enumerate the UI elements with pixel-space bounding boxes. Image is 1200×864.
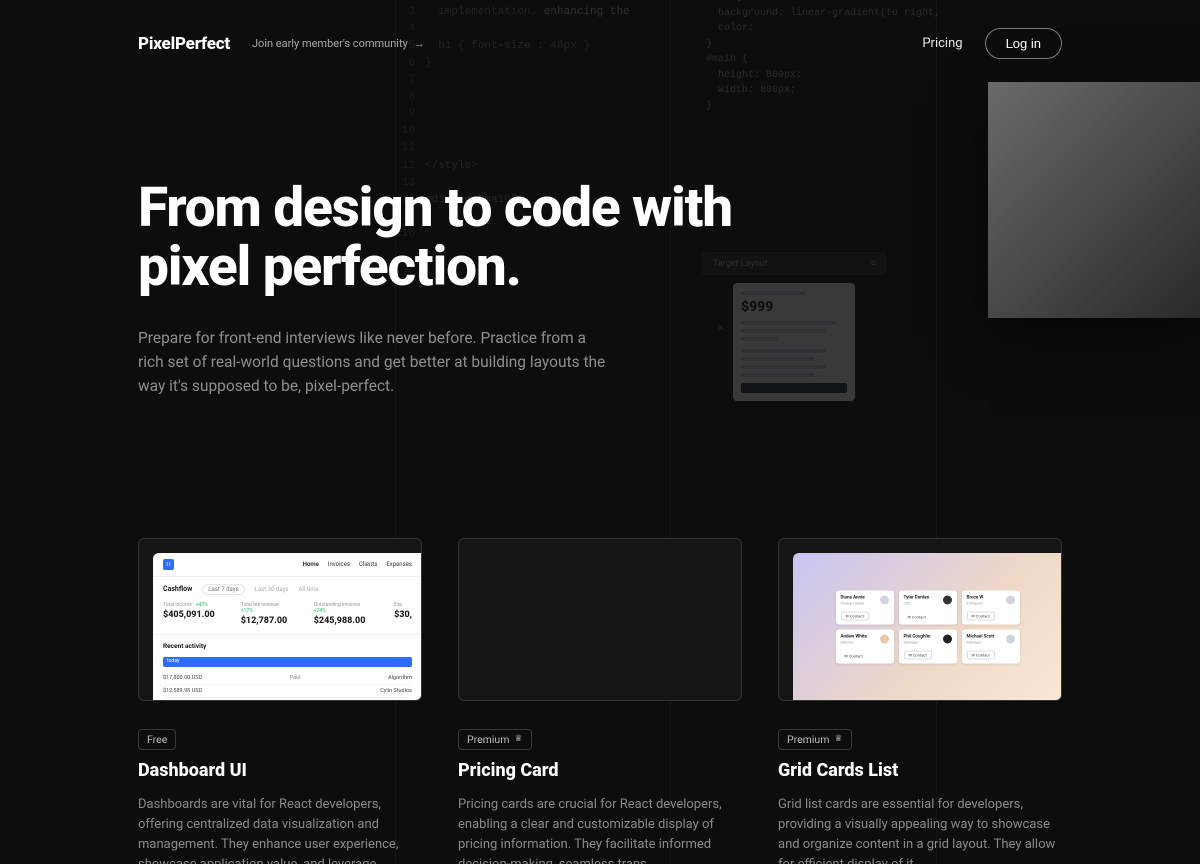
site-header: PixelPerfect Join early member's communi… xyxy=(0,0,1200,59)
crown-icon: ♛ xyxy=(834,734,842,744)
exercise-preview[interactable]: Most popular 25% off Premium Plan $999/M… xyxy=(458,538,742,701)
exercise-description: Pricing cards are crucial for React deve… xyxy=(458,795,742,864)
exercise-card: Most popular 25% off Premium Plan $999/M… xyxy=(458,538,742,864)
exercise-preview[interactable]: ∷ Home Invoices Clients Expenses Cashflo… xyxy=(138,538,422,701)
hero-subtitle: Prepare for front-end interviews like ne… xyxy=(138,326,608,398)
exercise-title: Grid Cards List xyxy=(778,760,1062,781)
exercise-description: Dashboards are vital for React developer… xyxy=(138,795,422,864)
login-button[interactable]: Log in xyxy=(985,28,1062,59)
logo[interactable]: PixelPerfect xyxy=(138,34,230,54)
community-link-label: Join early member's community xyxy=(252,37,408,50)
tier-badge: Premium ♛ xyxy=(458,729,532,750)
hero-title: From design to code with pixel perfectio… xyxy=(138,179,758,298)
exercise-card: ∷ Home Invoices Clients Expenses Cashflo… xyxy=(138,538,422,864)
tier-badge: Premium ♛ xyxy=(778,729,852,750)
exercises-grid: ∷ Home Invoices Clients Expenses Cashflo… xyxy=(0,538,1200,864)
exercise-title: Dashboard UI xyxy=(138,760,422,781)
exercise-title: Pricing Card xyxy=(458,760,742,781)
exercise-preview[interactable]: Diana AnnieProduct Head✉ Contact Tyler D… xyxy=(778,538,1062,701)
hero: From design to code with pixel perfectio… xyxy=(0,59,1200,398)
tier-badge: Free xyxy=(138,729,176,750)
exercise-description: Grid list cards are essential for develo… xyxy=(778,795,1062,864)
nav-pricing[interactable]: Pricing xyxy=(922,36,962,51)
exercise-card: Diana AnnieProduct Head✉ Contact Tyler D… xyxy=(778,538,1062,864)
arrow-right-icon: → xyxy=(414,37,425,50)
crown-icon: ♛ xyxy=(514,734,522,744)
community-link[interactable]: Join early member's community → xyxy=(252,37,425,50)
